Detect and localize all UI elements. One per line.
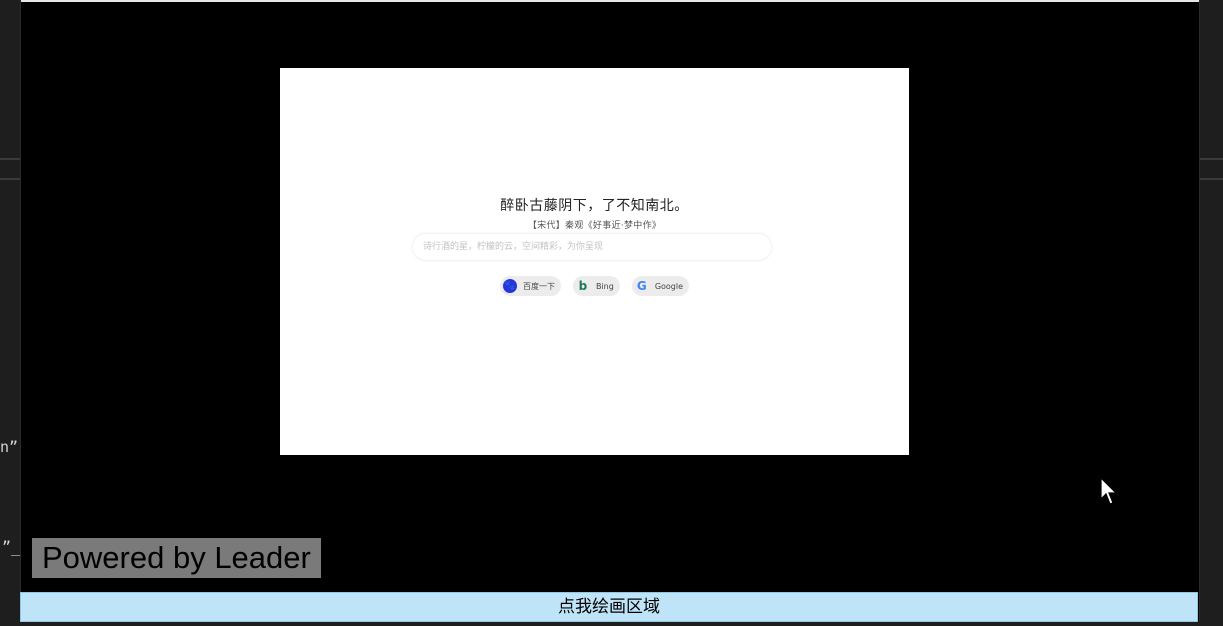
captured-page-preview: 醉卧古藤阴下，了不知南北。 【宋代】秦观《好事近·梦中作》 🐾 百度一下 b B… — [280, 68, 909, 455]
mouse-cursor-icon — [1100, 477, 1118, 505]
baidu-icon: 🐾 — [502, 279, 517, 293]
powered-by-watermark: Powered by Leader — [32, 538, 321, 578]
poem-source: 【宋代】秦观《好事近·梦中作》 — [527, 221, 662, 231]
engine-label: Bing — [595, 281, 614, 291]
screenshot-overlay[interactable]: 醉卧古藤阴下，了不知南北。 【宋代】秦观《好事近·梦中作》 🐾 百度一下 b B… — [20, 0, 1200, 622]
bing-search-button[interactable]: b Bing — [572, 276, 620, 296]
editor-divider-left-2 — [0, 178, 20, 180]
bing-icon: b — [578, 279, 588, 293]
google-search-button[interactable]: G Google — [631, 276, 690, 296]
editor-divider-left — [0, 158, 20, 160]
poem-quote: 醉卧古藤阴下，了不知南北。 — [500, 198, 689, 214]
search-box[interactable] — [413, 234, 771, 260]
editor-divider-right-2 — [1198, 178, 1223, 180]
google-icon: G — [636, 279, 647, 293]
baidu-search-button[interactable]: 🐾 百度一下 — [499, 276, 561, 296]
drawing-area-button[interactable]: 点我绘画区域 — [20, 592, 1198, 622]
search-input[interactable] — [413, 234, 753, 260]
overlay-top-border — [21, 0, 1199, 2]
engine-label: 百度一下 — [522, 281, 555, 291]
code-fragment: ”_ — [2, 538, 21, 556]
editor-divider-right — [1198, 158, 1223, 160]
search-engine-buttons: 🐾 百度一下 b Bing G Google — [280, 276, 909, 296]
engine-label: Google — [654, 281, 684, 291]
poem-block: 醉卧古藤阴下，了不知南北。 【宋代】秦观《好事近·梦中作》 — [280, 195, 909, 231]
